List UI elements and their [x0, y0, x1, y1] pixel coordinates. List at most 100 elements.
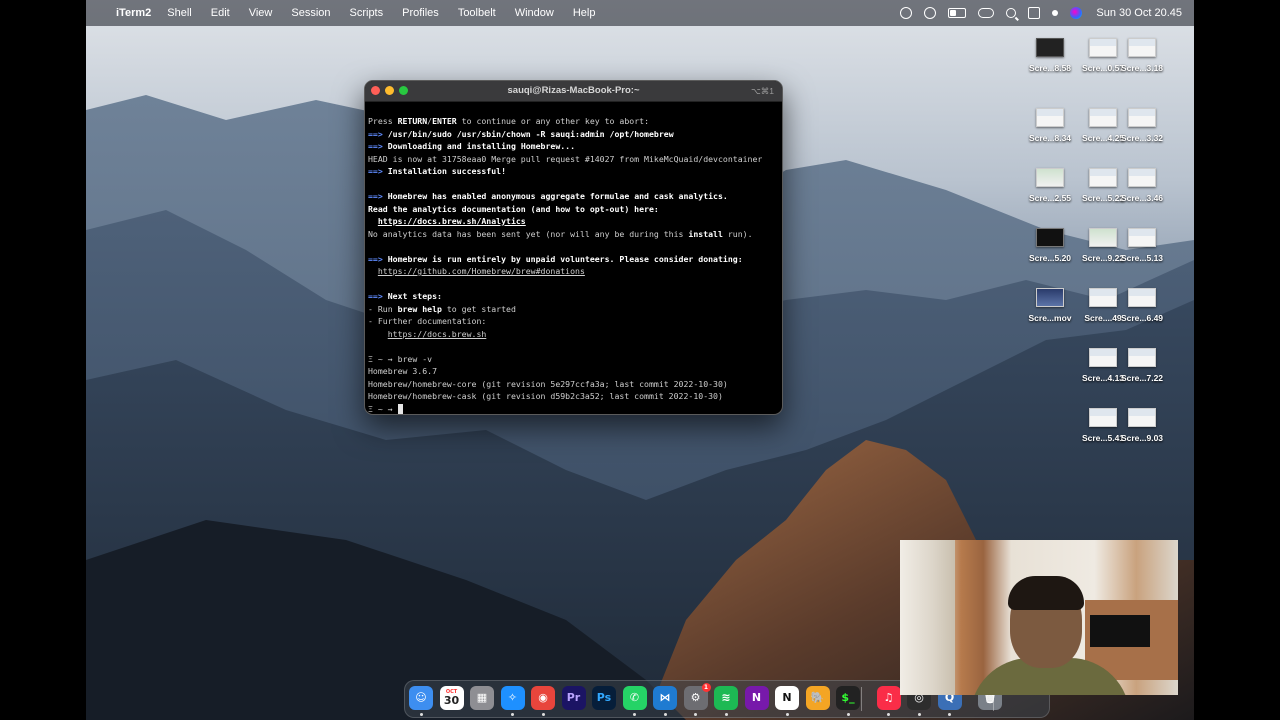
dock-icon-glyph: ▦	[476, 691, 488, 704]
menu-app-name[interactable]: iTerm2	[116, 7, 151, 19]
webcam-person-hair	[1008, 576, 1084, 610]
desktop-file-icon[interactable]: Scre...7.22	[1119, 348, 1165, 383]
menu-window[interactable]: Window	[515, 7, 554, 19]
screenshot-thumbnail-icon	[1128, 408, 1156, 427]
desktop-file-icon[interactable]: Scre...3.32	[1119, 108, 1165, 143]
dock-icon-glyph: 🐘	[810, 691, 825, 704]
battery-icon[interactable]	[948, 8, 967, 18]
control-center-icon[interactable]	[1028, 7, 1041, 19]
dock-icon-glyph: ♫	[883, 691, 894, 704]
terminal-titlebar[interactable]: sauqi@Rizas-MacBook-Pro:~ ⌥⌘1	[365, 81, 782, 102]
menu-help[interactable]: Help	[573, 7, 596, 19]
onenote-icon[interactable]: N	[744, 686, 769, 710]
desktop-file-label: Scre...5.20	[1028, 253, 1072, 263]
screenshot-thumbnail-icon	[1089, 168, 1117, 187]
desktop-file-label: Scre...7.22	[1120, 373, 1164, 383]
menu-view[interactable]: View	[249, 7, 273, 19]
desktop-file-label: Scre...9.03	[1120, 433, 1164, 443]
menu-profiles[interactable]: Profiles	[402, 7, 439, 19]
terminal-link[interactable]: https://docs.brew.sh	[388, 329, 487, 339]
terminal-line: https://docs.brew.sh	[368, 328, 779, 341]
calendar-icon[interactable]: 30 OCT	[439, 686, 464, 710]
desktop-file-icon[interactable]: Scre...2.55	[1027, 168, 1073, 203]
screenshot-thumbnail-icon	[1128, 108, 1156, 127]
search-icon[interactable]	[1006, 8, 1017, 18]
launchpad-icon[interactable]: ▦	[470, 686, 494, 710]
play-icon[interactable]	[924, 7, 937, 19]
menu-toolbelt[interactable]: Toolbelt	[458, 7, 496, 19]
menu-scripts[interactable]: Scripts	[350, 7, 384, 19]
vscode-icon[interactable]: ⋈	[653, 686, 677, 710]
terminal-output[interactable]: Press RETURN/ENTER to continue or any ot…	[365, 102, 782, 415]
user-icon[interactable]	[1052, 10, 1059, 16]
desktop-file-icon[interactable]: Scre...9.03	[1119, 408, 1165, 443]
terminal-text: Homebrew is run entirely by unpaid volun…	[382, 253, 743, 264]
running-indicator	[846, 713, 850, 716]
chrome-icon[interactable]: ◉	[531, 686, 555, 710]
siri-icon[interactable]	[1070, 7, 1083, 19]
desktop-file-icon[interactable]: Scre...8.34	[1027, 108, 1073, 143]
screenshot-thumbnail-icon	[1036, 38, 1064, 57]
webcam-tv	[1090, 615, 1150, 647]
screen-mirror-icon[interactable]	[978, 8, 995, 18]
terminal-prompt: Ξ ~ →	[368, 403, 398, 414]
running-indicator	[419, 713, 423, 716]
desktop-file-icon[interactable]: Scre...3.18	[1119, 38, 1165, 73]
iterm-icon[interactable]: $_	[836, 686, 860, 710]
music-icon[interactable]: ♫	[876, 686, 901, 710]
terminal-text: No analytics data has been sent yet (nor…	[368, 228, 689, 239]
terminal-line: Homebrew 3.6.7	[368, 365, 779, 378]
terminal-prompt-line[interactable]: Ξ ~ →	[368, 403, 779, 415]
terminal-text: /usr/bin/sudo /usr/sbin/chown -R sauqi:a…	[382, 128, 674, 139]
notification-badge: 1	[701, 683, 711, 692]
desktop-file-icon[interactable]: Scre...6.49	[1119, 288, 1165, 323]
terminal-link[interactable]: https://github.com/Homebrew/brew#donatio…	[378, 266, 585, 276]
terminal-text: Installation successful!	[382, 166, 507, 176]
terminal-text: ==>	[368, 128, 383, 139]
terminal-text: ==>	[368, 291, 383, 301]
desktop-file-icon[interactable]: Scre...5.20	[1027, 228, 1073, 263]
menu-bar: iTerm2 Shell Edit View Session Scripts P…	[86, 0, 1194, 26]
finder-icon[interactable]: ☺	[409, 686, 433, 710]
menu-edit[interactable]: Edit	[211, 7, 230, 19]
terminal-line: ==> Homebrew is run entirely by unpaid v…	[368, 253, 779, 266]
safari-icon[interactable]: ✧	[500, 686, 525, 710]
terminal-line: ==> /usr/bin/sudo /usr/sbin/chown -R sau…	[368, 128, 779, 141]
desktop-file-icon[interactable]: Scre...8.58	[1027, 38, 1073, 73]
terminal-text: Read the analytics documentation (and ho…	[368, 203, 659, 214]
menu-session[interactable]: Session	[291, 7, 330, 19]
desktop-file-icon[interactable]: Scre...mov	[1027, 288, 1073, 323]
premiere-icon[interactable]: Pr	[561, 686, 586, 710]
terminal-text: HEAD is now at 31758eaa0 Merge pull requ…	[368, 153, 763, 164]
tableplus-icon[interactable]: 🐘	[805, 686, 830, 710]
whatsapp-icon[interactable]: ✆	[622, 686, 647, 710]
system-preferences-icon[interactable]: ⚙ 1	[683, 683, 711, 710]
desktop-file-label: Scre...mov	[1028, 313, 1072, 323]
status-area: Sun 30 Oct 20.45	[888, 0, 1182, 26]
terminal-line: - Further documentation:	[368, 315, 779, 328]
dock-icon-glyph: ≋	[721, 691, 731, 704]
screenshot-thumbnail-icon	[1128, 38, 1156, 57]
dock-icon-glyph: $_	[841, 691, 855, 704]
terminal-line: - Run brew help to get started	[368, 303, 779, 316]
webcam-curtain	[900, 540, 955, 695]
desktop-file-label: Scre...3.46	[1120, 193, 1164, 203]
terminal-window[interactable]: sauqi@Rizas-MacBook-Pro:~ ⌥⌘1 Press RETU…	[364, 80, 783, 415]
desktop-file-label: Scre...8.58	[1028, 63, 1072, 73]
screenshot-thumbnail-icon	[1128, 228, 1156, 247]
running-indicator	[917, 713, 921, 716]
desktop-file-icon[interactable]: Scre...5.13	[1119, 228, 1165, 263]
notion-icon[interactable]: N	[775, 686, 799, 710]
photoshop-icon[interactable]: Ps	[592, 686, 616, 710]
dock-icon-glyph: ◉	[538, 691, 548, 704]
screenshot-thumbnail-icon	[1036, 228, 1064, 247]
desktop-file-icon[interactable]: Scre...3.46	[1119, 168, 1165, 203]
terminal-line: Homebrew/homebrew-core (git revision 5e2…	[368, 378, 779, 391]
menu-clock[interactable]: Sun 30 Oct 20.45	[1096, 7, 1182, 19]
creative-cloud-icon[interactable]	[900, 7, 913, 19]
spotify-icon[interactable]: ≋	[714, 686, 738, 710]
menu-shell[interactable]: Shell	[167, 7, 191, 19]
webcam-overlay	[900, 540, 1178, 695]
terminal-link[interactable]: https://docs.brew.sh/Analytics	[378, 216, 526, 226]
